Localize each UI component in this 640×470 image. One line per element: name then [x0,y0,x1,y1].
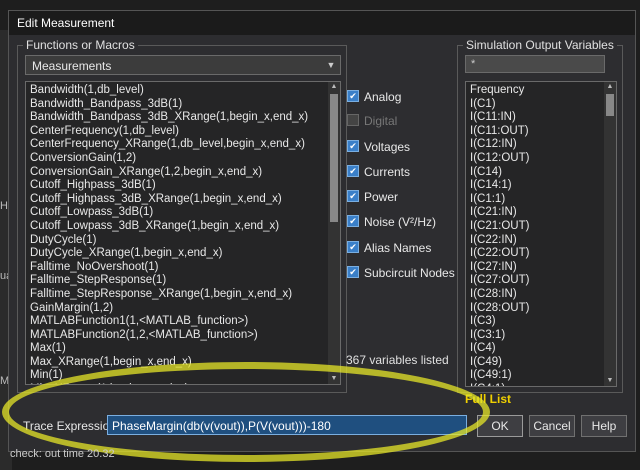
output-variable-item[interactable]: I(C21:IN) [466,206,616,220]
function-list-item[interactable]: Falltime_StepResponse_XRange(1,begin_x,e… [26,288,340,302]
output-variable-item[interactable]: I(C49:1) [466,369,616,383]
trace-expression-value: PhaseMargin(db(v(vout)),P(V(vout)))-180 [112,419,331,433]
filter-label: Noise (V²/Hz) [364,215,437,229]
output-variable-item[interactable]: I(C49) [466,356,616,370]
ok-button[interactable]: OK [477,415,523,437]
function-list-item[interactable]: Cutoff_Highpass_3dB_XRange(1,begin_x,end… [26,193,340,207]
function-list-item[interactable]: CenterFrequency(1,db_level) [26,125,340,139]
window-title: Edit Measurement [17,16,115,30]
checkbox-checked-icon[interactable]: ✔ [347,215,359,227]
output-variable-item[interactable]: I(C12:IN) [466,138,616,152]
function-list-item[interactable]: Max_XRange(1,begin_x,end_x) [26,356,340,370]
output-variable-item[interactable]: I(C12:OUT) [466,152,616,166]
output-variable-item[interactable]: I(C1) [466,98,616,112]
output-variable-item[interactable]: I(C11:OUT) [466,125,616,139]
filter-label: Subcircuit Nodes [364,266,455,280]
title-bar: Edit Measurement [9,11,635,35]
chevron-down-icon[interactable]: ▼ [322,56,340,74]
outputs-scrollbar[interactable]: ▲ ▼ [604,82,616,386]
function-list-item[interactable]: Falltime_NoOvershoot(1) [26,261,340,275]
output-variable-item[interactable]: I(C11:IN) [466,111,616,125]
functions-scrollbar[interactable]: ▲ ▼ [328,82,340,384]
output-variable-item[interactable]: I(C22:OUT) [466,247,616,261]
function-list-item[interactable]: Min(1) [26,369,340,383]
function-list-item[interactable]: Min_XRange(1,begin_x,end_x) [26,383,340,384]
outputs-list[interactable]: Frequency I(C1) I(C11:IN) I(C11:OUT) I(C12:I… [465,81,617,387]
full-list-link[interactable]: Full List [465,392,511,406]
dropdown-value: Measurements [32,59,112,73]
output-variable-item[interactable]: Frequency [466,84,616,98]
output-variable-item[interactable]: I(C4) [466,342,616,356]
trace-expression-label: Trace Expression: [23,419,120,433]
variables-count: 367 variables listed [346,353,449,367]
function-list-item[interactable]: MATLABFunction2(1,2,<MATLAB_function>) [26,329,340,343]
output-variable-item[interactable]: I(C4:1) [466,383,616,386]
scrollbar-thumb[interactable] [330,94,338,222]
trace-expression-input[interactable]: PhaseMargin(db(v(vout)),P(V(vout)))-180 [107,415,467,435]
function-list-item[interactable]: ConversionGain_XRange(1,2,begin_x,end_x) [26,166,340,180]
filter-label: Power [364,190,399,204]
function-list-item[interactable]: Falltime_StepResponse(1) [26,274,340,288]
output-variable-item[interactable]: I(C21:OUT) [466,220,616,234]
function-category-dropdown[interactable]: Measurements ▼ [25,55,341,75]
function-list-item[interactable]: Cutoff_Highpass_3dB(1) [26,179,340,193]
functions-group-label: Functions or Macros [23,38,138,52]
output-variable-item[interactable]: I(C14) [466,166,616,180]
function-list-item[interactable]: DutyCycle(1) [26,234,340,248]
function-list-item[interactable]: Cutoff_Lowpass_3dB(1) [26,206,340,220]
checkbox-unchecked-icon [347,114,359,126]
functions-list[interactable]: Bandwidth(1,db_level) Bandwidth_Bandpass_… [25,81,341,385]
output-variable-item[interactable]: I(C22:IN) [466,234,616,248]
function-list-item[interactable]: Max(1) [26,342,340,356]
output-variable-item[interactable]: I(C3) [466,315,616,329]
output-variable-item[interactable]: I(C14:1) [466,179,616,193]
scroll-up-icon[interactable]: ▲ [604,82,616,92]
filter-label: Analog [364,90,402,104]
filter-value: * [471,58,476,70]
function-list-item[interactable]: Bandwidth(1,db_level) [26,84,340,98]
checkbox-checked-icon[interactable]: ✔ [347,190,359,202]
help-button[interactable]: Help [581,415,627,437]
checkbox-checked-icon[interactable]: ✔ [347,165,359,177]
function-list-item[interactable]: Bandwidth_Bandpass_3dB_XRange(1,begin_x,… [26,111,340,125]
output-variable-item[interactable]: I(C27:IN) [466,261,616,275]
scroll-down-icon[interactable]: ▼ [328,374,340,384]
output-variable-item[interactable]: I(C1:1) [466,193,616,207]
checkbox-checked-icon[interactable]: ✔ [347,241,359,253]
cancel-button[interactable]: Cancel [529,415,575,437]
checkbox-checked-icon[interactable]: ✔ [347,140,359,152]
filter-label: Digital [364,114,398,128]
scrollbar-thumb[interactable] [606,94,614,116]
filter-label: Voltages [364,140,411,154]
edit-measurement-dialog: Edit Measurement Functions or Macros Mea… [8,10,636,452]
filter-label: Alias Names [364,241,432,255]
function-list-item[interactable]: Cutoff_Lowpass_3dB_XRange(1,begin_x,end_… [26,220,340,234]
output-variable-item[interactable]: I(C28:OUT) [466,302,616,316]
variable-filter-input[interactable]: * [465,55,605,73]
filter-label: Currents [364,165,411,179]
checkbox-checked-icon[interactable]: ✔ [347,266,359,278]
scroll-up-icon[interactable]: ▲ [328,82,340,92]
outputs-group-label: Simulation Output Variables [463,38,617,52]
function-list-item[interactable]: DutyCycle_XRange(1,begin_x,end_x) [26,247,340,261]
function-list-item[interactable]: CenterFrequency_XRange(1,db_level,begin_… [26,138,340,152]
output-variable-item[interactable]: I(C3:1) [466,329,616,343]
checkbox-checked-icon[interactable]: ✔ [347,90,359,102]
background-status-text: check: out time 20.32 [10,448,115,460]
background-text: H [0,200,8,212]
function-list-item[interactable]: GainMargin(1,2) [26,302,340,316]
output-variable-item[interactable]: I(C27:OUT) [466,274,616,288]
output-variable-item[interactable]: I(C28:IN) [466,288,616,302]
function-list-item[interactable]: ConversionGain(1,2) [26,152,340,166]
function-list-item[interactable]: Bandwidth_Bandpass_3dB(1) [26,98,340,112]
scroll-down-icon[interactable]: ▼ [604,376,616,386]
function-list-item[interactable]: MATLABFunction1(1,<MATLAB_function>) [26,315,340,329]
